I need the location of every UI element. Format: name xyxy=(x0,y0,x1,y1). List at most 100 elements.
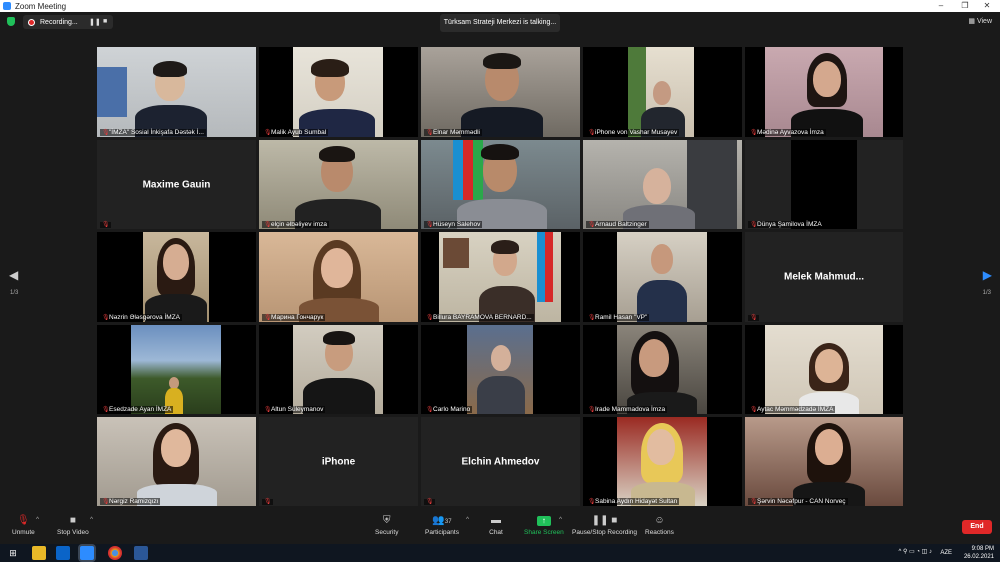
participants-button[interactable]: 👥37 Participants xyxy=(425,515,459,537)
video-tile[interactable]: Elchin Ahmedov 🎙 xyxy=(421,417,580,506)
mic-muted-icon: 🎙 xyxy=(264,406,272,413)
participant-name: 🎙 xyxy=(100,222,111,228)
recording-label: Recording... xyxy=(40,18,78,26)
tray-icons[interactable]: ^ ⚲ ▭ ◔ ◫ ♪ xyxy=(898,548,932,556)
mic-muted-icon: 🎙 xyxy=(750,315,758,321)
video-tile[interactable]: 🎙 Billura BAYRAMOVA BERNARD... xyxy=(421,232,580,322)
video-options-caret-icon[interactable]: ^ xyxy=(90,516,93,523)
stop-video-button[interactable]: ■ Stop Video xyxy=(57,515,89,537)
outlook-icon[interactable] xyxy=(56,546,70,560)
participant-name: 🎙 Aytac Məmmədzadə İMZA xyxy=(748,406,836,413)
page-indicator-right: 1/3 xyxy=(982,290,991,296)
chrome-icon[interactable] xyxy=(108,546,122,560)
participants-label: Participants xyxy=(425,529,459,536)
chat-bubble-icon: ▬ xyxy=(491,515,501,526)
security-button[interactable]: ⛨ Security xyxy=(375,515,399,537)
video-tile[interactable]: 🎙 Elnar Məmmədli xyxy=(421,47,580,137)
clock-date[interactable]: 26.02.2021 xyxy=(964,553,994,561)
windows-taskbar: ⊞ ^ ⚲ ▭ ◔ ◫ ♪ AZE 9:08 PM 26.02.2021 xyxy=(0,544,1000,562)
participant-name: 🎙 Irade Mammadova İmza xyxy=(586,406,668,413)
previous-page-arrow-icon[interactable]: ◀ xyxy=(9,268,18,282)
unmute-label: Unmute xyxy=(12,529,35,536)
mic-muted-icon: 🎙 xyxy=(588,314,596,321)
participant-name: 🎙 Mədinə Ayvazova İmza xyxy=(748,129,826,136)
reactions-label: Reactions xyxy=(645,529,674,536)
clock-time[interactable]: 9:08 PM xyxy=(964,545,994,553)
mic-muted-icon: 🎙 xyxy=(102,498,110,505)
pause-stop-recording-label: Pause/Stop Recording xyxy=(572,529,638,536)
recording-dot-icon xyxy=(28,18,35,26)
file-explorer-icon[interactable] xyxy=(32,546,46,560)
mic-muted-icon: 🎙 xyxy=(102,406,110,413)
mic-muted-icon: 🎙 xyxy=(750,406,758,413)
security-shield-icon[interactable] xyxy=(7,17,15,26)
video-tile[interactable]: 🎙 Nərgiz Ramizqızı xyxy=(97,417,256,506)
mic-muted-icon: 🎙 xyxy=(588,129,596,136)
active-speaker-label: Türksam Strateji Merkezi is talking... xyxy=(440,14,560,32)
mic-muted-icon: 🎙 xyxy=(264,129,272,136)
system-tray: ^ ⚲ ▭ ◔ ◫ ♪ AZE 9:08 PM 26.02.2021 xyxy=(898,545,994,561)
maximize-button[interactable]: ❐ xyxy=(954,0,976,12)
participant-display-name: Maxime Gauin xyxy=(142,179,211,190)
video-tile[interactable]: 🎙 iPhone von Vashar Musayev xyxy=(583,47,742,137)
stop-recording-icon[interactable]: ■ xyxy=(103,18,107,25)
video-tile[interactable]: 🎙 "İMZA" Sosial İnkişafa Dəstək İ... xyxy=(97,47,256,137)
participants-caret-icon[interactable]: ^ xyxy=(466,516,469,523)
participant-name: 🎙 xyxy=(748,315,759,321)
mic-muted-icon: 🎙 xyxy=(588,498,596,505)
page-indicator-left: 1/3 xyxy=(10,290,19,296)
share-screen-button[interactable]: ↑ Share Screen xyxy=(524,516,564,536)
participant-name: 🎙 Malik Ayub Sumbal xyxy=(262,129,329,136)
mic-muted-icon: 🎙 xyxy=(750,129,758,136)
word-icon[interactable] xyxy=(134,546,148,560)
video-tile[interactable]: 🎙 Sabina Aydın Hidayət Sultan xyxy=(583,417,742,506)
video-tile[interactable]: 🎙 Nəzrin Ələsgərova İMZA xyxy=(97,232,256,322)
security-label: Security xyxy=(375,529,399,536)
share-screen-caret-icon[interactable]: ^ xyxy=(559,516,562,523)
video-tile[interactable]: 🎙 elçin əlbəliyev imza xyxy=(259,140,418,229)
video-tile[interactable]: iPhone 🎙 xyxy=(259,417,418,506)
reactions-button[interactable]: ☺ Reactions xyxy=(645,516,674,537)
minimize-button[interactable]: – xyxy=(930,0,952,12)
mic-muted-icon: 🎙 xyxy=(426,221,434,228)
pause-stop-recording-button[interactable]: ❚❚ ■ Pause/Stop Recording xyxy=(572,515,638,537)
end-meeting-button[interactable]: End xyxy=(962,520,992,534)
video-tile[interactable]: 🎙 Arnaud Baltzinger xyxy=(583,140,742,229)
zoom-taskbar-icon[interactable] xyxy=(80,546,94,560)
video-tile[interactable]: Maxime Gauin 🎙 xyxy=(97,140,256,229)
video-tile[interactable]: 🎙 Şərvin Nəcəfpur - CAN Norveç xyxy=(745,417,903,506)
video-tile[interactable]: 🎙 Mədinə Ayvazova İmza xyxy=(745,47,903,137)
video-grid: 🎙 "İMZA" Sosial İnkişafa Dəstək İ... 🎙 Mal… xyxy=(97,47,903,506)
audio-options-caret-icon[interactable]: ^ xyxy=(36,516,39,523)
video-tile[interactable]: 🎙 Irade Mammadova İmza xyxy=(583,325,742,414)
participant-name: 🎙 Elnar Məmmədli xyxy=(424,129,482,136)
shield-icon: ⛨ xyxy=(382,515,391,526)
video-camera-icon: ■ xyxy=(69,515,76,526)
participant-name: 🎙 Ramil Hasan "VP" xyxy=(586,314,650,321)
video-tile[interactable]: 🎙 Esedzade Ayan İMZA xyxy=(97,325,256,414)
next-page-arrow-icon[interactable]: ▶ xyxy=(983,268,992,282)
video-tile[interactable]: 🎙 Carlo Marino xyxy=(421,325,580,414)
video-tile[interactable]: 🎙 Dünya Şamilova İMZA xyxy=(745,140,903,229)
participant-display-name: Elchin Ahmedov xyxy=(461,456,540,467)
chat-button[interactable]: ▬ Chat xyxy=(489,515,503,537)
video-tile[interactable]: 🎙 Ramil Hasan "VP" xyxy=(583,232,742,322)
mic-muted-icon: 🎙 xyxy=(426,129,434,136)
view-label: View xyxy=(976,18,992,25)
video-tile[interactable]: 🎙 Aytac Məmmədzadə İMZA xyxy=(745,325,903,414)
unmute-button[interactable]: 🎙 Unmute xyxy=(12,516,35,537)
zoom-logo-icon xyxy=(3,2,11,10)
video-tile[interactable]: 🎙 Malik Ayub Sumbal xyxy=(259,47,418,137)
language-indicator[interactable]: AZE xyxy=(940,549,952,557)
pause-stop-icons: ❚❚ ■ xyxy=(591,515,618,526)
close-button[interactable]: ✕ xyxy=(976,0,998,12)
participants-icon: 👥37 xyxy=(432,515,452,526)
windows-start-icon[interactable]: ⊞ xyxy=(6,546,20,560)
video-tile[interactable]: 🎙 Марина Гончарук xyxy=(259,232,418,322)
video-tile[interactable]: 🎙 Altun Süleymanov xyxy=(259,325,418,414)
view-button[interactable]: ▦ View xyxy=(968,17,992,25)
video-tile[interactable]: 🎙 Hüseyn Salehov xyxy=(421,140,580,229)
video-tile[interactable]: Melek Mahmud... 🎙 xyxy=(745,232,903,322)
pause-recording-icon[interactable]: ❚❚ xyxy=(89,18,101,26)
participant-name: 🎙 Dünya Şamilova İMZA xyxy=(748,221,824,228)
